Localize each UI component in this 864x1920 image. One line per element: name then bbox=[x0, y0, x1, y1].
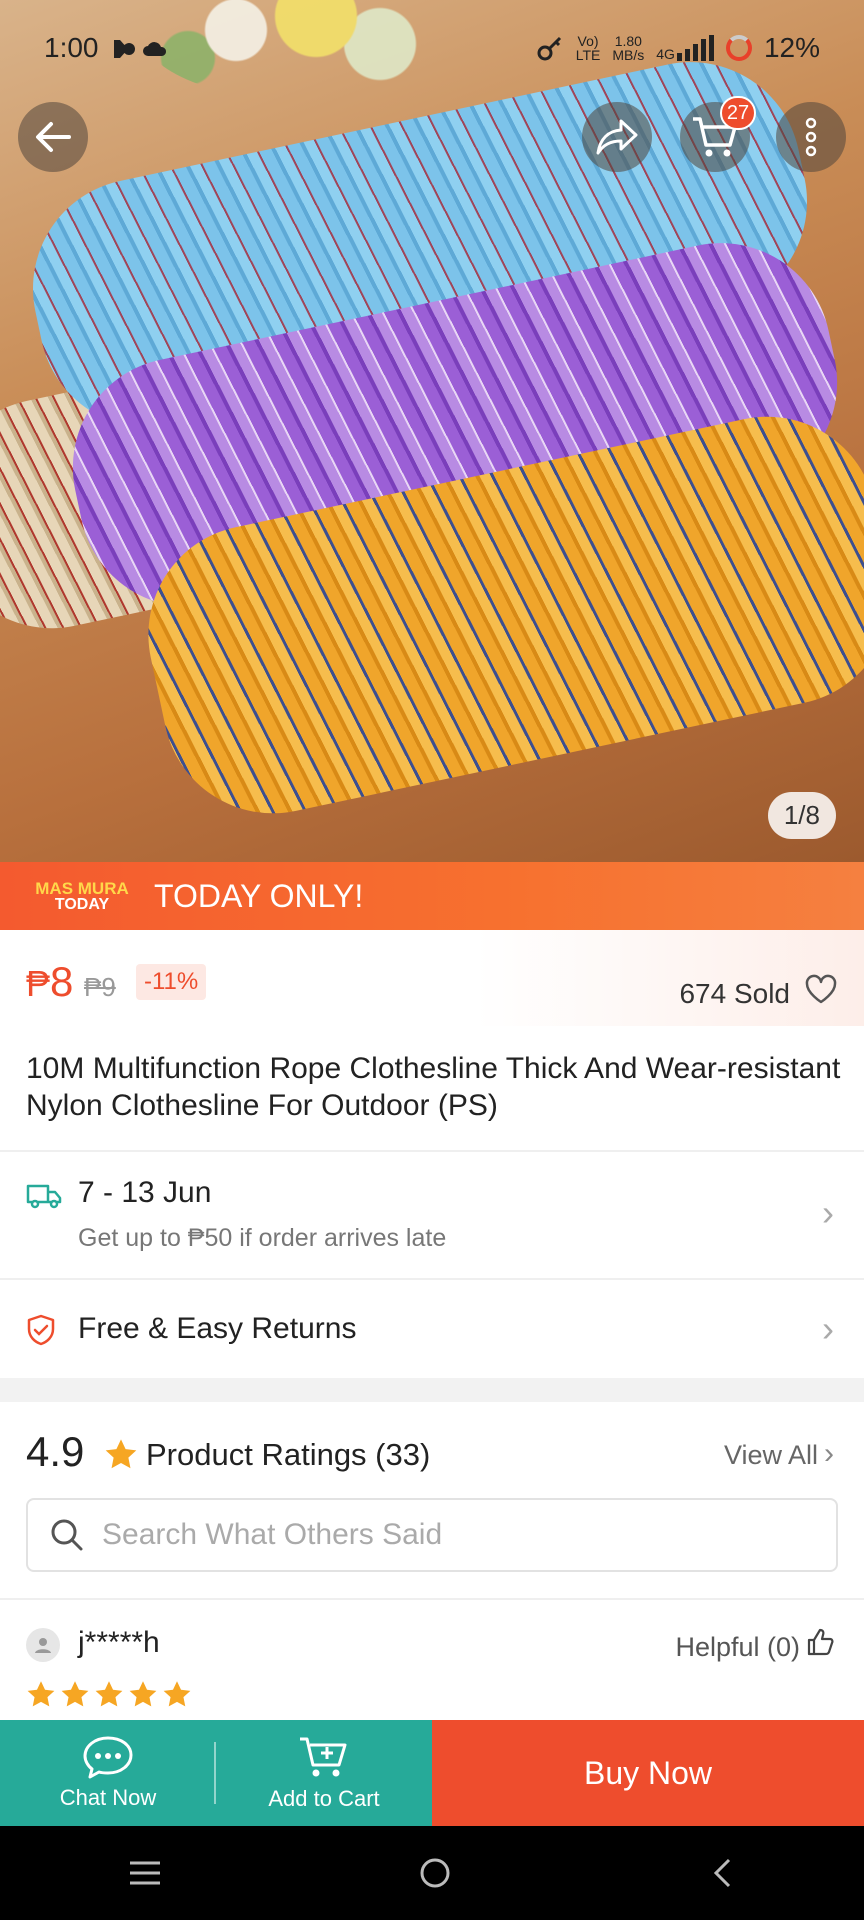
chevron-right-icon: › bbox=[822, 1192, 834, 1233]
price-row: ₱8 ₱9 -11% 674 Sold bbox=[0, 930, 864, 1026]
promo-logo: MAS MURA TODAY bbox=[30, 880, 134, 913]
product-title: 10M Multifunction Rope Clothesline Thick… bbox=[26, 1052, 841, 1122]
chevron-right-icon: › bbox=[822, 1308, 834, 1349]
battery-percent: 12% bbox=[763, 32, 820, 63]
system-nav-bar bbox=[0, 1826, 864, 1920]
helpful-count[interactable]: Helpful (0) bbox=[675, 1632, 800, 1663]
thumbs-up-icon[interactable] bbox=[806, 1628, 834, 1656]
network-speed: 1.80 MB/s bbox=[612, 33, 645, 63]
cart-button[interactable]: 27 bbox=[680, 96, 756, 172]
chat-bubble-icon bbox=[83, 1736, 133, 1779]
star-icon bbox=[95, 1681, 123, 1707]
signal-indicator: 4G bbox=[656, 35, 714, 61]
promo-logo-line1: MAS MURA bbox=[35, 878, 129, 898]
arrow-left-icon bbox=[36, 122, 71, 152]
shipping-dates: 7 - 13 Jun bbox=[78, 1176, 212, 1209]
secondary-actions: Chat Now Add to Cart bbox=[0, 1720, 432, 1826]
chat-now-button[interactable]: Chat Now bbox=[0, 1720, 216, 1826]
home-circle-icon[interactable] bbox=[417, 1855, 453, 1891]
reviews-search-box[interactable] bbox=[26, 1498, 838, 1572]
signal-bars-icon bbox=[676, 35, 714, 61]
more-vertical-icon bbox=[805, 117, 817, 157]
section-divider bbox=[0, 1378, 864, 1402]
search-icon bbox=[51, 1519, 83, 1551]
volte-indicator: Vo) LTE bbox=[575, 33, 601, 63]
add-to-cart-button[interactable]: Add to Cart bbox=[216, 1720, 432, 1826]
reviewer-name: j*****h bbox=[78, 1626, 160, 1659]
shield-check-icon bbox=[27, 1314, 55, 1346]
currency-symbol: ₱ bbox=[26, 963, 51, 1004]
status-notification-icons bbox=[112, 38, 168, 60]
star-icon bbox=[105, 1439, 137, 1469]
star-icon bbox=[163, 1681, 191, 1707]
shipping-row[interactable]: 7 - 13 Jun Get up to ₱50 if order arrive… bbox=[0, 1152, 864, 1278]
star-icon bbox=[129, 1681, 157, 1707]
media-icon bbox=[114, 40, 135, 58]
share-icon bbox=[596, 119, 638, 155]
back-button[interactable] bbox=[18, 102, 88, 172]
back-chevron-icon[interactable] bbox=[707, 1855, 737, 1891]
sold-count: 674 Sold bbox=[679, 978, 790, 1009]
chat-now-label: Chat Now bbox=[59, 1785, 157, 1810]
cart-count-badge: 27 bbox=[720, 96, 756, 130]
menu-icon[interactable] bbox=[127, 1858, 163, 1888]
status-time: 1:00 bbox=[44, 32, 99, 63]
promo-text: TODAY ONLY! bbox=[154, 877, 364, 914]
promo-logo-line2: TODAY bbox=[54, 895, 110, 913]
action-separator bbox=[214, 1742, 216, 1804]
status-bar: 1:00 Vo) LTE 1.80 MB/s 4G 12% bbox=[0, 0, 864, 100]
view-all-ratings-link[interactable]: View All bbox=[724, 1440, 818, 1471]
reviews-search-input[interactable] bbox=[102, 1518, 802, 1552]
favorite-button[interactable] bbox=[804, 974, 838, 1009]
ratings-score: 4.9 bbox=[26, 1428, 85, 1475]
shipping-guarantee: Get up to ₱50 if order arrives late bbox=[78, 1224, 447, 1252]
share-button[interactable] bbox=[582, 102, 652, 172]
image-counter: 1/8 bbox=[767, 792, 836, 839]
chevron-right-icon: › bbox=[824, 1437, 834, 1470]
returns-row[interactable]: Free & Easy Returns › bbox=[0, 1280, 864, 1376]
user-icon bbox=[35, 1638, 51, 1653]
review-stars bbox=[26, 1680, 192, 1708]
ratings-label: Product Ratings (33) bbox=[146, 1437, 431, 1472]
cloud-icon bbox=[143, 42, 167, 56]
status-right: Vo) LTE 1.80 MB/s 4G 12% bbox=[536, 32, 820, 64]
buy-now-button[interactable]: Buy Now bbox=[432, 1720, 864, 1826]
discount-badge: -11% bbox=[136, 964, 207, 1000]
returns-label: Free & Easy Returns bbox=[78, 1312, 357, 1345]
add-to-cart-label: Add to Cart bbox=[268, 1786, 380, 1811]
bottom-action-bar: Chat Now Add to Cart Buy Now bbox=[0, 1720, 864, 1826]
key-icon bbox=[537, 36, 561, 61]
star-icon bbox=[61, 1681, 89, 1707]
current-price: ₱8 bbox=[26, 958, 73, 1006]
add-to-cart-icon bbox=[300, 1737, 347, 1777]
avatar bbox=[26, 1628, 60, 1662]
original-price: ₱9 bbox=[84, 972, 116, 1002]
divider bbox=[0, 1598, 864, 1600]
star-icon bbox=[27, 1681, 55, 1707]
battery-icon bbox=[725, 35, 752, 61]
truck-icon bbox=[26, 1184, 62, 1209]
network-type: 4G bbox=[656, 46, 675, 62]
heart-icon bbox=[805, 974, 837, 1004]
more-options-button[interactable] bbox=[776, 102, 846, 172]
promo-banner[interactable]: MAS MURA TODAY TODAY ONLY! bbox=[0, 862, 864, 930]
current-price-value: 8 bbox=[50, 958, 74, 1005]
